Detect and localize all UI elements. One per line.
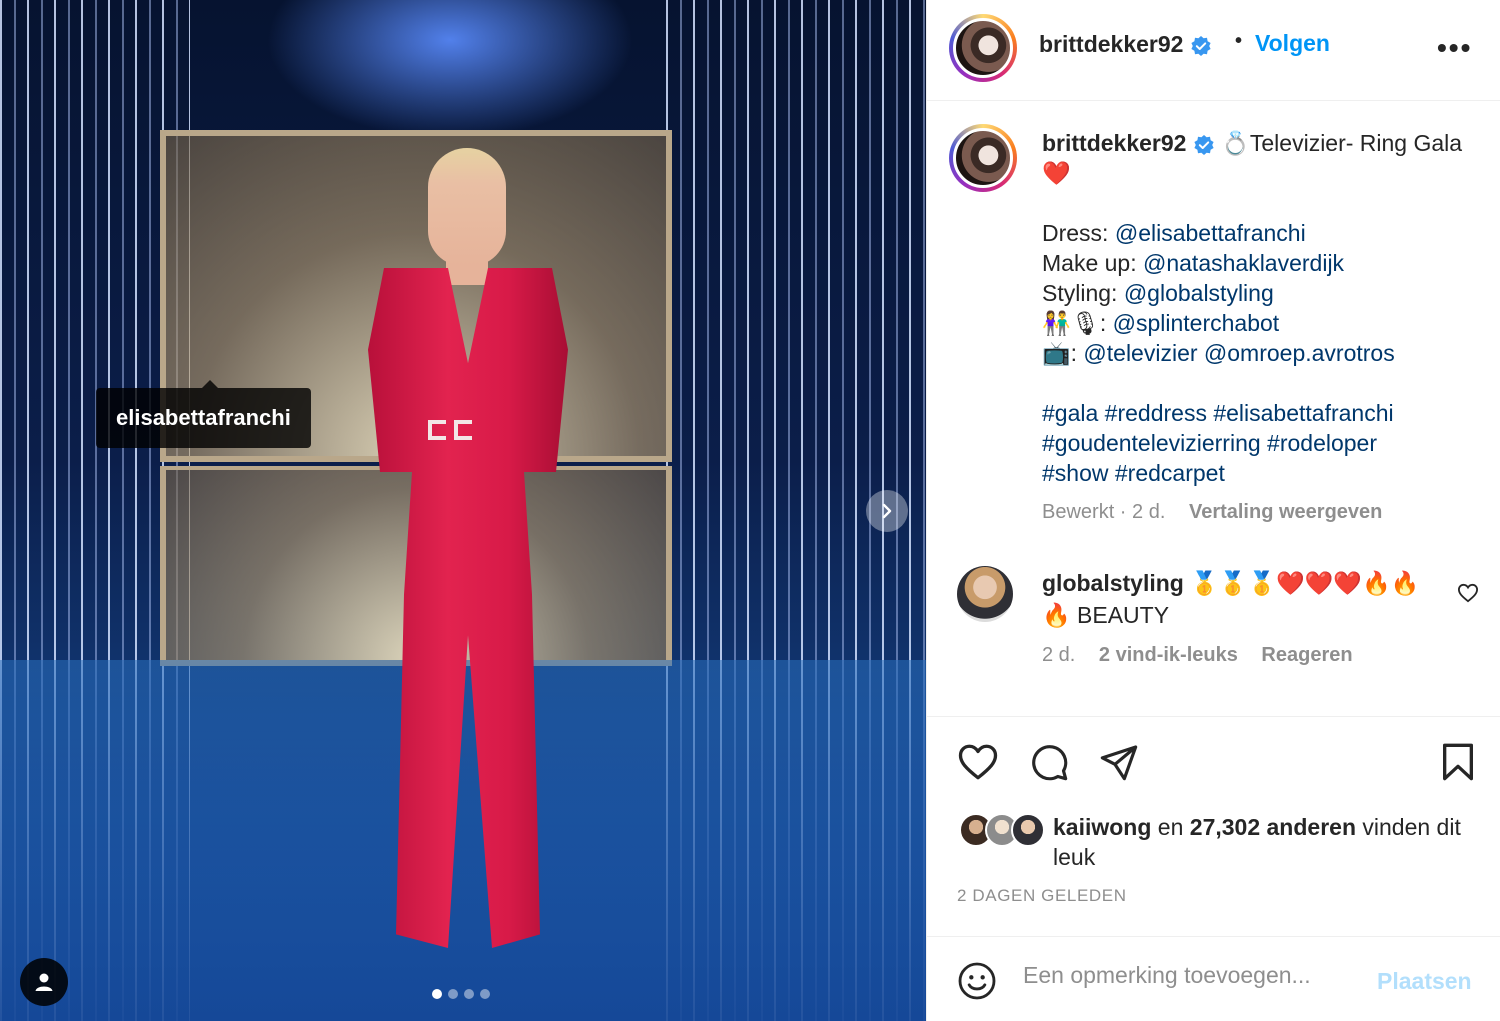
- caption-credit-tv: 📺: @televizier @omroep.avrotros: [1042, 340, 1395, 366]
- action-bar: [957, 742, 1139, 782]
- mention-link[interactable]: @elisabettafranchi: [1115, 220, 1306, 246]
- mention-link[interactable]: @omroep.avrotros: [1204, 340, 1395, 366]
- person-head: [428, 148, 506, 266]
- caption-credit-hosts: 👫🎙: @splinterchabot: [1042, 310, 1280, 336]
- header-separator: •: [1235, 30, 1243, 52]
- comment-heart-icon[interactable]: [1457, 583, 1479, 603]
- mention-link[interactable]: @natashaklaverdijk: [1143, 250, 1344, 276]
- first-liker-link[interactable]: kaiiwong: [1053, 814, 1151, 840]
- comments-divider: [927, 716, 1500, 717]
- verified-badge-icon: [1194, 134, 1214, 155]
- carousel-dot: [464, 989, 474, 999]
- translate-button[interactable]: Vertaling weergeven: [1189, 501, 1382, 523]
- heart-icon[interactable]: [957, 742, 999, 782]
- comment-icon[interactable]: [1029, 742, 1069, 782]
- liker-avatar: [1011, 813, 1045, 847]
- mention-link[interactable]: @globalstyling: [1124, 280, 1274, 306]
- verified-badge-icon: [1191, 35, 1211, 56]
- share-icon[interactable]: [1099, 742, 1139, 782]
- post-caption: brittdekker92 💍Televizier- Ring Gala ❤️ …: [1042, 128, 1482, 488]
- carousel-dot: [432, 989, 442, 999]
- follow-button[interactable]: Volgen: [1255, 30, 1330, 57]
- more-options-button[interactable]: •••: [1437, 32, 1472, 64]
- caption-credit-dress: Dress: @elisabettafranchi: [1042, 220, 1306, 246]
- tagged-people-button[interactable]: [20, 958, 68, 1006]
- mention-link[interactable]: @televizier: [1083, 340, 1197, 366]
- post-date[interactable]: 2 DAGEN GELEDEN: [957, 886, 1127, 906]
- dress-belt: [428, 420, 492, 442]
- caption-credit-styling: Styling: @globalstyling: [1042, 280, 1274, 306]
- comment: globalstyling 🥇🥇🥇❤️❤️❤️🔥🔥🔥 BEAUTY: [1042, 567, 1432, 631]
- header-username-row[interactable]: brittdekker92: [1039, 31, 1212, 58]
- caption-hashtags[interactable]: #show #redcarpet: [1042, 458, 1482, 488]
- caption-username[interactable]: brittdekker92: [1042, 130, 1186, 156]
- chevron-right-icon: [882, 503, 892, 519]
- caption-avatar[interactable]: [949, 124, 1017, 192]
- edited-label: Bewerkt · 2 d.: [1042, 501, 1166, 523]
- caption-credit-makeup: Make up: @natashaklaverdijk: [1042, 250, 1345, 276]
- mention-link[interactable]: @splinterchabot: [1113, 310, 1280, 336]
- post-side-panel: brittdekker92 • Volgen ••• brittdekker92…: [926, 0, 1500, 1021]
- liker-avatars[interactable]: [959, 813, 1049, 849]
- comment-likes-link[interactable]: 2 vind-ik-leuks: [1099, 644, 1238, 666]
- comment-age: 2 d.: [1042, 644, 1076, 666]
- emoji-icon[interactable]: [957, 961, 997, 1001]
- photo-tag-tooltip[interactable]: elisabettafranchi: [96, 380, 311, 448]
- comment-meta: 2 d. 2 vind-ik-leuks Reageren: [1042, 644, 1371, 667]
- likes-summary: kaiiwong en 27,302 anderen vinden dit le…: [1053, 814, 1461, 870]
- carousel-dot: [480, 989, 490, 999]
- stage-floor: [0, 660, 926, 1021]
- caption-hashtags[interactable]: #gala #reddress #elisabettafranchi: [1042, 398, 1482, 428]
- carousel-dot: [448, 989, 458, 999]
- header-divider: [927, 100, 1500, 101]
- composer-divider: [927, 936, 1500, 937]
- user-icon: [35, 973, 53, 991]
- carousel-next-button[interactable]: [866, 490, 908, 532]
- post-comment-button[interactable]: Plaatsen: [1377, 968, 1472, 995]
- comment-username[interactable]: globalstyling: [1042, 570, 1184, 596]
- comment-input[interactable]: [1023, 962, 1363, 989]
- header-username[interactable]: brittdekker92: [1039, 31, 1183, 57]
- post-photo[interactable]: elisabettafranchi: [0, 0, 926, 1021]
- comment-reply-button[interactable]: Reageren: [1261, 644, 1352, 666]
- caption-meta: Bewerkt · 2 d. Vertaling weergeven: [1042, 501, 1382, 524]
- header-avatar[interactable]: [949, 14, 1017, 82]
- carousel-indicator: [432, 989, 490, 999]
- bookmark-icon[interactable]: [1441, 742, 1475, 782]
- caption-hashtags[interactable]: #goudentelevizierring #rodeloper: [1042, 428, 1482, 458]
- likes-count-link[interactable]: 27,302 anderen: [1190, 814, 1356, 840]
- comment-avatar[interactable]: [957, 566, 1013, 622]
